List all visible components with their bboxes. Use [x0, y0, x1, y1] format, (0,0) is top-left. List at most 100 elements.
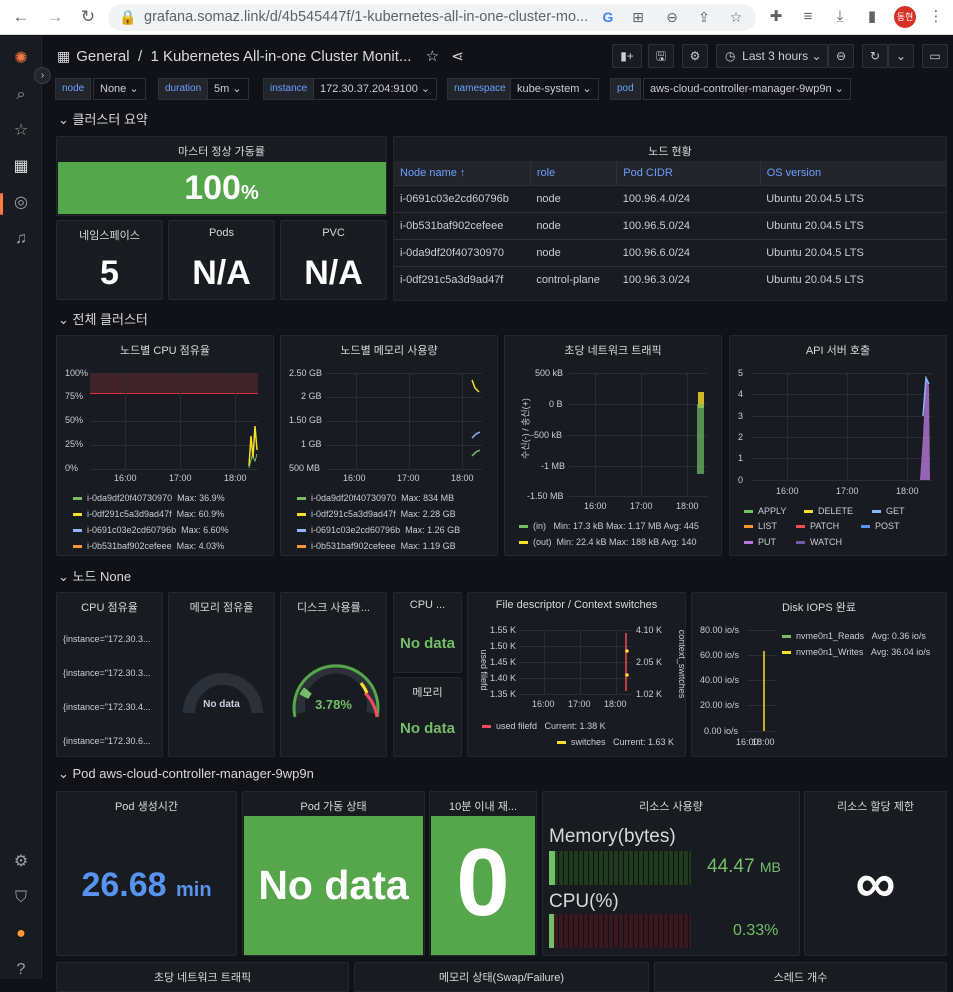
time-range-label: Last 3 hours	[742, 49, 809, 63]
extensions-icon[interactable]: ✚	[766, 7, 786, 27]
zoom-icon[interactable]: ⊖	[662, 7, 682, 27]
panel-node-memory-usage: 메모리 점유율 No data	[168, 592, 275, 757]
legend-item[interactable]: WATCH	[796, 537, 842, 547]
x-tick: 16:00	[114, 473, 137, 483]
grafana-logo-icon[interactable]: ✺	[10, 48, 32, 70]
download-icon[interactable]: ⤓	[830, 7, 850, 27]
panel-disk-usage: 디스크 사용률... 3.78%	[280, 592, 387, 757]
breadcrumb-folder[interactable]: General	[76, 48, 129, 65]
profile-avatar[interactable]: 동현	[894, 6, 916, 28]
back-icon[interactable]: ←	[10, 6, 32, 28]
reload-icon[interactable]: ↻	[77, 6, 99, 28]
url-text[interactable]: grafana.somaz.link/d/4b545447f/1-kuberne…	[144, 9, 594, 25]
grid-line	[787, 373, 788, 480]
column-pod-cidr[interactable]: Pod CIDR	[616, 161, 761, 185]
legend-item[interactable]: switches Current: 1.63 K	[482, 737, 674, 747]
column-node-name[interactable]: Node name ↑	[394, 161, 531, 185]
y-tick: 2	[738, 432, 744, 442]
grid-line	[520, 694, 632, 695]
panel-title: 메모리 점유율	[189, 602, 254, 614]
grid-line	[90, 445, 258, 446]
tv-mode-icon[interactable]: ▭	[922, 44, 948, 68]
explore-icon[interactable]: ◎	[10, 192, 32, 214]
dashboard-title[interactable]: 1 Kubernetes All-in-one Cluster Monit...	[150, 48, 411, 65]
row-pod[interactable]: ⌄ Pod aws-cloud-controller-manager-9wp9n	[58, 766, 314, 782]
var-label-namespace: namespace	[447, 78, 513, 100]
panel-title: 메모리 상태(Swap/Failure)	[438, 972, 565, 984]
legend-item[interactable]: i-0df291c5a3d9ad47f Max: 2.28 GB	[297, 509, 456, 519]
starred-icon[interactable]: ☆	[10, 120, 32, 142]
media-icon[interactable]: ≡	[798, 7, 818, 27]
url-path: /d/4b545447f/1-kubernetes-all-in-one-clu…	[265, 9, 589, 25]
add-panel-button[interactable]: ▮+	[612, 44, 642, 68]
refresh-interval-dropdown[interactable]: ⌄	[888, 44, 914, 68]
legend-item[interactable]: i-0df291c5a3d9ad47f Max: 60.9%	[73, 509, 224, 519]
legend-item[interactable]: PATCH	[796, 521, 839, 531]
lock-icon[interactable]: 🔒	[118, 7, 138, 27]
legend-item[interactable]: i-0691c03e2cd60796b Max: 6.60%	[73, 525, 229, 535]
legend-item[interactable]: (out) Min: 22.4 kB Max: 188 kB Avg: 140	[519, 537, 696, 547]
star-icon[interactable]: ☆	[426, 48, 439, 65]
save-icon[interactable]: 🖫	[648, 44, 674, 68]
var-select-node[interactable]: None ⌄	[93, 78, 146, 100]
sidebar-toggle[interactable]: ›	[34, 67, 51, 84]
var-value-namespace: kube-system	[517, 83, 580, 95]
bookmark-star-icon[interactable]: ☆	[726, 7, 746, 27]
share-icon[interactable]: ⇪	[694, 7, 714, 27]
x-tick: 17:00	[836, 486, 859, 496]
legend-item[interactable]: i-0da9df20f40730970 Max: 36.9%	[73, 493, 225, 503]
legend-item[interactable]: (in) Min: 17.3 kB Max: 1.17 MB Avg: 445	[519, 521, 699, 531]
instance-label: {instance="172.30.6...	[63, 736, 151, 746]
legend-item[interactable]: DELETE	[804, 506, 853, 516]
settings-icon[interactable]: ⚙	[10, 851, 32, 873]
row-cluster[interactable]: ⌄ 전체 클러스터	[58, 309, 148, 328]
dashboard-settings-icon[interactable]: ⚙	[682, 44, 708, 68]
address-bar[interactable]: 🔒 grafana.somaz.link/d/4b545447f/1-kuber…	[108, 4, 756, 31]
legend-item[interactable]: i-0b531baf902cefeee Max: 1.19 GB	[297, 541, 456, 551]
row-summary[interactable]: ⌄ 클러스터 요약	[58, 109, 148, 128]
shield-icon[interactable]: ⛉	[10, 887, 32, 909]
legend-item[interactable]: i-0da9df20f40730970 Max: 834 MB	[297, 493, 454, 503]
var-select-namespace[interactable]: kube-system ⌄	[510, 78, 599, 100]
y-tick: 1.50 K	[490, 641, 517, 651]
legend-item[interactable]: used filefd Current: 1.38 K	[482, 721, 606, 731]
legend-item[interactable]: nvme0n1_Writes Avg: 36.04 io/s	[782, 647, 930, 657]
column-role[interactable]: role	[530, 161, 618, 185]
refresh-icon[interactable]: ↻	[862, 44, 888, 68]
user-avatar-icon[interactable]: ●	[10, 923, 32, 945]
translate-icon[interactable]: ⊞	[628, 7, 648, 27]
legend-item[interactable]: APPLY	[744, 506, 786, 516]
zoom-out-icon[interactable]: ⊖	[828, 44, 854, 68]
panel-title: 리소스 사용량	[639, 801, 703, 813]
cell: i-0da9df20f40730970	[394, 238, 531, 266]
x-tick: 18:00	[896, 486, 919, 496]
legend-item[interactable]: POST	[861, 521, 900, 531]
legend-item[interactable]: i-0691c03e2cd60796b Max: 1.26 GB	[297, 525, 460, 535]
var-select-duration[interactable]: 5m ⌄	[207, 78, 249, 100]
y-axis-label: 수신(-) / 송신(+)	[520, 398, 531, 459]
var-select-pod[interactable]: aws-cloud-controller-manager-9wp9n ⌄	[643, 78, 851, 100]
forward-icon[interactable]: →	[44, 6, 66, 28]
share-icon[interactable]: ⋖	[451, 48, 464, 65]
menu-kebab-icon[interactable]: ⋮	[926, 7, 946, 27]
dashboards-icon[interactable]: ▦	[10, 156, 32, 178]
legend-item[interactable]: PUT	[744, 537, 776, 547]
sidepanel-icon[interactable]: ▮	[862, 7, 882, 27]
cell: i-0b531baf902cefeee	[394, 211, 531, 239]
memory-bar-label: Memory(bytes)	[549, 826, 676, 847]
row-node[interactable]: ⌄ 노드 None	[58, 566, 131, 585]
google-icon[interactable]: G	[598, 7, 618, 27]
legend-item[interactable]: i-0b531baf902cefeee Max: 4.03%	[73, 541, 224, 551]
help-icon[interactable]: ?	[10, 959, 32, 981]
search-icon[interactable]: ⌕	[10, 84, 32, 106]
column-os-version[interactable]: OS version	[760, 161, 946, 185]
time-picker[interactable]: ◷ Last 3 hours ⌄	[716, 44, 828, 68]
legend-item[interactable]: nvme0n1_Reads Avg: 0.36 io/s	[782, 631, 926, 641]
legend-item[interactable]: GET	[872, 506, 905, 516]
alerting-icon[interactable]: ♫	[10, 228, 32, 250]
grid-line	[90, 469, 258, 470]
var-value-duration: 5m	[214, 83, 230, 95]
var-select-instance[interactable]: 172.30.37.204:9100 ⌄	[313, 78, 438, 100]
instance-label: {instance="172.30.3...	[63, 668, 151, 678]
legend-item[interactable]: LIST	[744, 521, 777, 531]
